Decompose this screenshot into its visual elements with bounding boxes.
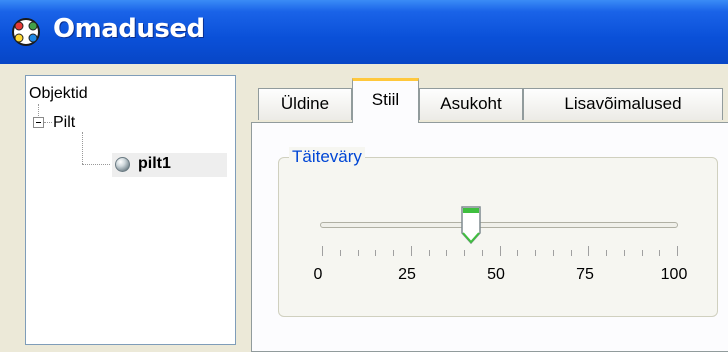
tick-label-75: 75 (576, 266, 594, 283)
slider-tick (641, 250, 643, 256)
slider-tick (481, 250, 483, 256)
slider-tick (659, 250, 661, 256)
slider-tick (517, 250, 519, 256)
fill-color-group-title: Täiteväry (289, 147, 365, 167)
window-title: Omadused (53, 14, 205, 44)
tick-label-100: 100 (660, 266, 688, 283)
slider-tick (570, 250, 572, 256)
tree-connector (38, 104, 39, 116)
tick-label-0: 0 (313, 266, 323, 283)
slider-tick (464, 250, 465, 256)
properties-gear-icon (12, 18, 40, 46)
slider-tick (588, 246, 590, 256)
tick-label-50: 50 (487, 266, 505, 283)
slider-tick (428, 250, 430, 256)
tab-position[interactable]: Asukoht (419, 88, 523, 120)
slider-tick (357, 250, 359, 256)
slider-tick (322, 246, 323, 256)
slider-tick (393, 250, 394, 256)
tree-leaf-label: pilt1 (138, 155, 171, 172)
objects-tree-panel[interactable]: Objektid Pilt pilt1 (25, 75, 236, 345)
tab-position-label: Asukoht (440, 94, 502, 113)
tree-connector (44, 122, 52, 123)
slider-tick (606, 250, 607, 256)
slider-tick (499, 246, 501, 256)
tree-node-pilt1[interactable]: pilt1 (112, 153, 227, 177)
tab-general[interactable]: Üldine (258, 88, 352, 120)
tree-node-pilt[interactable]: Pilt (53, 114, 75, 132)
tree-connector (82, 164, 110, 165)
tab-style-label: Stiil (371, 90, 400, 109)
tab-advanced[interactable]: Lisavõimalused (523, 88, 723, 120)
slider-tick (623, 250, 625, 256)
fill-slider-track[interactable] (320, 222, 678, 228)
slider-tick (677, 246, 678, 256)
tree-root-label: Objektid (29, 85, 88, 102)
tab-general-label: Üldine (280, 94, 330, 113)
tree-connector (82, 132, 83, 164)
slider-tick (552, 250, 554, 256)
slider-tick (375, 250, 377, 256)
collapse-toggle-icon[interactable] (33, 117, 44, 128)
slider-tick (446, 250, 448, 256)
slider-tick (535, 250, 536, 256)
window-titlebar[interactable]: Omadused (0, 0, 728, 64)
sphere-icon (115, 157, 130, 172)
slider-tick (410, 246, 412, 256)
tab-advanced-label: Lisavõimalused (564, 94, 682, 113)
fill-color-groupbox (278, 157, 718, 317)
fill-slider-thumb[interactable] (460, 205, 482, 245)
tick-label-25: 25 (398, 266, 416, 283)
tab-style[interactable]: Stiil (352, 78, 419, 123)
slider-tick (339, 250, 341, 256)
